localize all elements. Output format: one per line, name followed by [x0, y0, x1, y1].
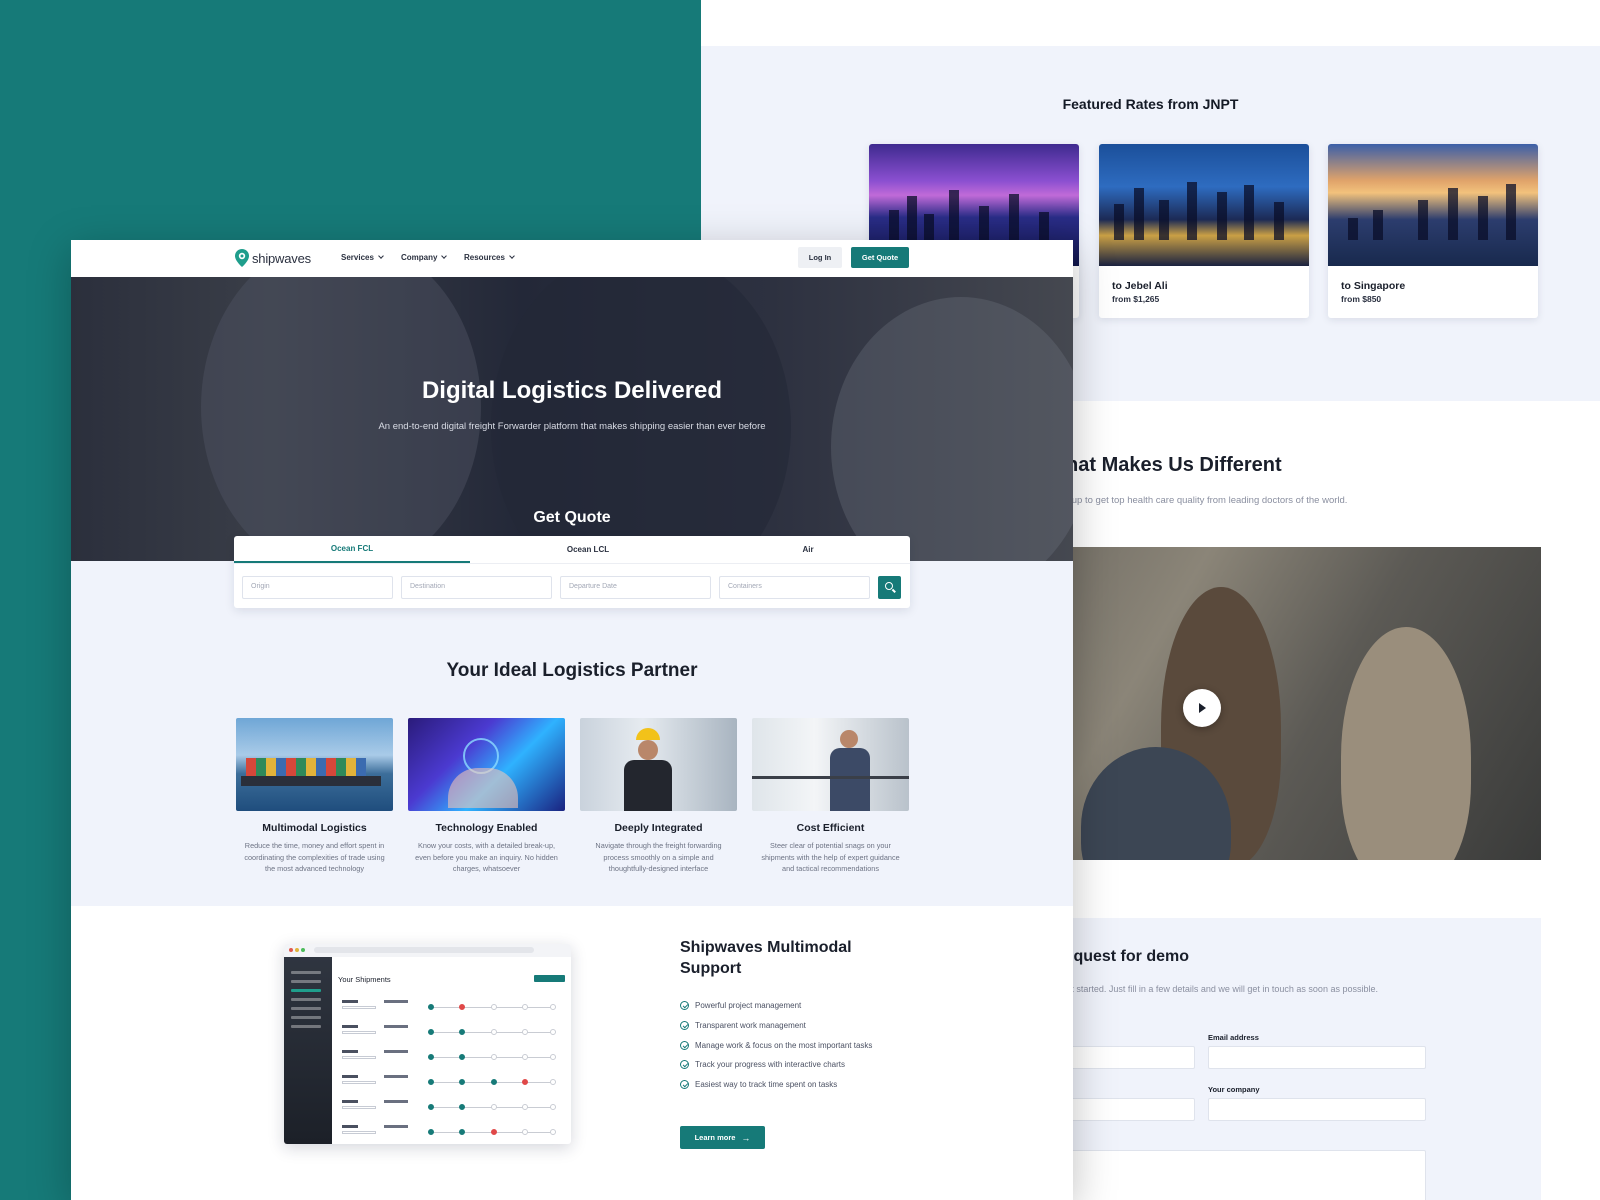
tab-divider — [234, 563, 910, 564]
video-person — [1341, 627, 1471, 860]
mockup-title: Your Shipments — [338, 975, 391, 984]
feature-description: Reduce the time, money and effort spent … — [244, 841, 385, 873]
chevron-down-icon — [509, 253, 515, 259]
get-quote-button[interactable]: Get Quote — [851, 247, 909, 268]
check-circle-icon — [680, 1001, 689, 1011]
support-title: Shipwaves Multimodal Support — [680, 939, 852, 977]
feature-title: Cost Efficient — [796, 822, 865, 834]
checklist-item: Powerful project management — [680, 996, 872, 1016]
departure-date-input[interactable]: Departure Date — [560, 576, 711, 599]
feature-image — [752, 718, 909, 811]
feature-description: Navigate through the freight forwarding … — [595, 841, 722, 873]
rate-price: from $850 — [1341, 294, 1382, 304]
nav-services-label: Services — [341, 253, 374, 262]
feature-description: Know your costs, with a detailed break-u… — [415, 841, 558, 873]
chevron-down-icon — [378, 253, 384, 259]
nav-company[interactable]: Company — [401, 253, 448, 262]
hero-banner: Digital Logistics Delivered An end-to-en… — [71, 277, 1073, 561]
check-circle-icon — [680, 1060, 689, 1070]
shipment-row — [338, 1048, 566, 1068]
rate-card-singapore[interactable]: to Singapore from $850 — [1328, 144, 1538, 318]
support-checklist: Powerful project management Transparent … — [680, 996, 872, 1094]
nav-resources[interactable]: Resources — [464, 253, 515, 262]
nav-resources-label: Resources — [464, 253, 505, 262]
destination-input[interactable]: Destination — [401, 576, 552, 599]
rate-card-jebel-ali[interactable]: to Jebel Ali from $1,265 — [1099, 144, 1309, 318]
feature-description: Steer clear of potential snags on your s… — [761, 841, 900, 873]
feature-image — [580, 718, 737, 811]
feature-image — [408, 718, 565, 811]
rate-price: from $1,265 — [1112, 294, 1160, 304]
top-nav: shipwaves Services Company Resources Log… — [71, 240, 1073, 277]
nav-company-label: Company — [401, 253, 438, 262]
shipments-dashboard-mockup: Your Shipments — [284, 944, 571, 1144]
feature-card[interactable]: Cost Efficient Steer clear of potential … — [752, 718, 909, 875]
email-label: Email address — [1208, 1033, 1259, 1042]
partner-title: Your Ideal Logistics Partner — [446, 660, 698, 681]
city-image — [1328, 144, 1538, 266]
shipment-row — [338, 1073, 566, 1093]
brand-logo[interactable]: shipwaves — [235, 249, 311, 267]
checklist-text: Transparent work management — [695, 1021, 806, 1031]
feature-card[interactable]: Multimodal Logistics Reduce the time, mo… — [236, 718, 393, 875]
learn-more-button[interactable]: Learn more → — [680, 1126, 765, 1149]
login-button[interactable]: Log In — [798, 247, 842, 268]
learn-more-label: Learn more — [694, 1133, 736, 1142]
browser-bar — [284, 944, 571, 957]
feature-card[interactable]: Deeply Integrated Navigate through the f… — [580, 718, 737, 875]
mockup-badge — [534, 975, 565, 982]
hero-title: Digital Logistics Delivered — [421, 377, 723, 404]
location-pin-icon — [235, 249, 249, 267]
shipment-row — [338, 998, 566, 1018]
email-field[interactable] — [1208, 1046, 1426, 1069]
company-field[interactable] — [1208, 1098, 1426, 1121]
rate-destination: to Singapore — [1341, 280, 1406, 292]
checklist-text: Easiest way to track time spent on tasks — [695, 1080, 838, 1090]
checklist-text: Powerful project management — [695, 1001, 802, 1011]
containers-input[interactable]: Containers — [719, 576, 870, 599]
featured-rates-title: Featured Rates from JNPT — [1062, 96, 1239, 112]
chevron-down-icon — [441, 253, 448, 259]
front-page-preview: shipwaves Services Company Resources Log… — [71, 240, 1073, 1200]
shipment-row — [338, 1023, 566, 1043]
shipment-row — [338, 1098, 566, 1118]
arrow-right-icon: → — [741, 1132, 751, 1143]
checklist-text: Manage work & focus on the most importan… — [695, 1040, 873, 1050]
hero-subtitle: An end-to-end digital freight Forwarder … — [378, 421, 766, 432]
feature-image — [236, 718, 393, 811]
checklist-item: Easiest way to track time spent on tasks — [680, 1075, 872, 1095]
play-button[interactable] — [1183, 689, 1221, 727]
get-quote-heading: Get Quote — [533, 509, 611, 526]
check-circle-icon — [680, 1080, 689, 1090]
checklist-item: Manage work & focus on the most importan… — [680, 1035, 872, 1055]
feature-title: Technology Enabled — [435, 822, 538, 834]
tab-ocean-fcl[interactable]: Ocean FCL — [234, 536, 470, 563]
partner-section — [71, 561, 1073, 906]
brand-name: shipwaves — [252, 250, 311, 266]
feature-title: Deeply Integrated — [614, 822, 703, 834]
feature-card[interactable]: Technology Enabled Know your costs, with… — [408, 718, 565, 875]
rate-destination: to Jebel Ali — [1112, 280, 1168, 292]
dashboard-sidebar — [284, 957, 332, 1144]
company-label: Your company — [1208, 1085, 1260, 1094]
nav-services[interactable]: Services — [341, 253, 384, 262]
tab-ocean-lcl[interactable]: Ocean LCL — [470, 536, 706, 563]
checklist-item: Transparent work management — [680, 1016, 872, 1036]
search-icon[interactable] — [878, 576, 901, 599]
checklist-text: Track your progress with interactive cha… — [695, 1060, 845, 1070]
city-image — [1099, 144, 1309, 266]
feature-title: Multimodal Logistics — [262, 822, 367, 834]
checklist-item: Track your progress with interactive cha… — [680, 1055, 872, 1075]
check-circle-icon — [680, 1040, 689, 1050]
tab-air[interactable]: Air — [706, 536, 910, 563]
quote-form: Ocean FCL Ocean LCL Air Origin Destinati… — [234, 536, 910, 608]
check-circle-icon — [680, 1021, 689, 1031]
origin-input[interactable]: Origin — [242, 576, 393, 599]
shipment-row — [338, 1123, 566, 1143]
